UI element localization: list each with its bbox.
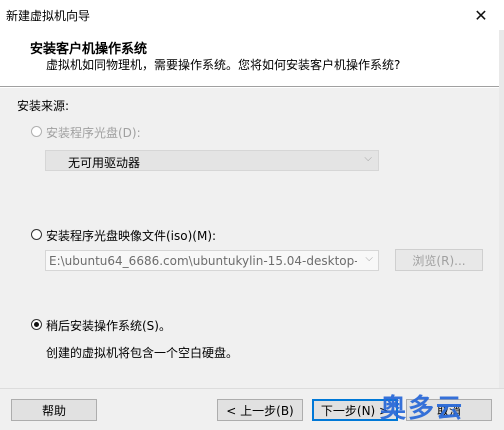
iso-path-combo[interactable]: E:\ubuntu64_6686.com\ubuntukylin-15.04-d…: [45, 250, 379, 271]
radio-install-later-label: 稍后安装操作系统(S)。: [46, 319, 171, 333]
help-button[interactable]: 帮助: [11, 399, 97, 421]
install-source-label: 安装来源:: [17, 99, 70, 113]
radio-install-iso-label: 安装程序光盘映像文件(iso)(M):: [46, 229, 217, 243]
window-title: 新建虚拟机向导: [6, 9, 91, 23]
radio-selected-dot: [34, 322, 39, 327]
radio-install-disc[interactable]: [31, 126, 42, 137]
radio-install-disc-label: 安装程序光盘(D):: [46, 126, 141, 140]
browse-button[interactable]: 浏览(R)...: [395, 249, 483, 271]
page-title: 安装客户机操作系统: [30, 42, 148, 57]
page-subtitle: 虚拟机如同物理机，需要操作系统。您将如何安装客户机操作系统?: [46, 58, 401, 72]
title-bar: 新建虚拟机向导 ✕: [0, 0, 504, 31]
chevron-down-icon: ⌵: [364, 153, 372, 164]
watermark-logo: 奥多云: [380, 394, 465, 424]
wizard-header: 安装客户机操作系统 虚拟机如同物理机，需要操作系统。您将如何安装客户机操作系统?: [0, 30, 504, 86]
drive-select-value: 无可用驱动器: [68, 156, 141, 170]
chevron-down-icon: ⌵: [365, 253, 373, 264]
iso-path-value: E:\ubuntu64_6686.com\ubuntukylin-15.04-d…: [49, 254, 357, 268]
dialog-edge: [499, 30, 504, 430]
radio-install-iso[interactable]: [31, 229, 42, 240]
radio-install-later[interactable]: [31, 319, 42, 330]
install-later-description: 创建的虚拟机将包含一个空白硬盘。: [46, 346, 239, 360]
wizard-body: 安装来源: 安装程序光盘(D): 无可用驱动器 ⌵ 安装程序光盘映像文件(iso…: [0, 88, 504, 388]
close-icon[interactable]: ✕: [458, 0, 504, 30]
back-button[interactable]: < 上一步(B): [217, 399, 303, 421]
drive-select[interactable]: 无可用驱动器 ⌵: [45, 150, 379, 171]
